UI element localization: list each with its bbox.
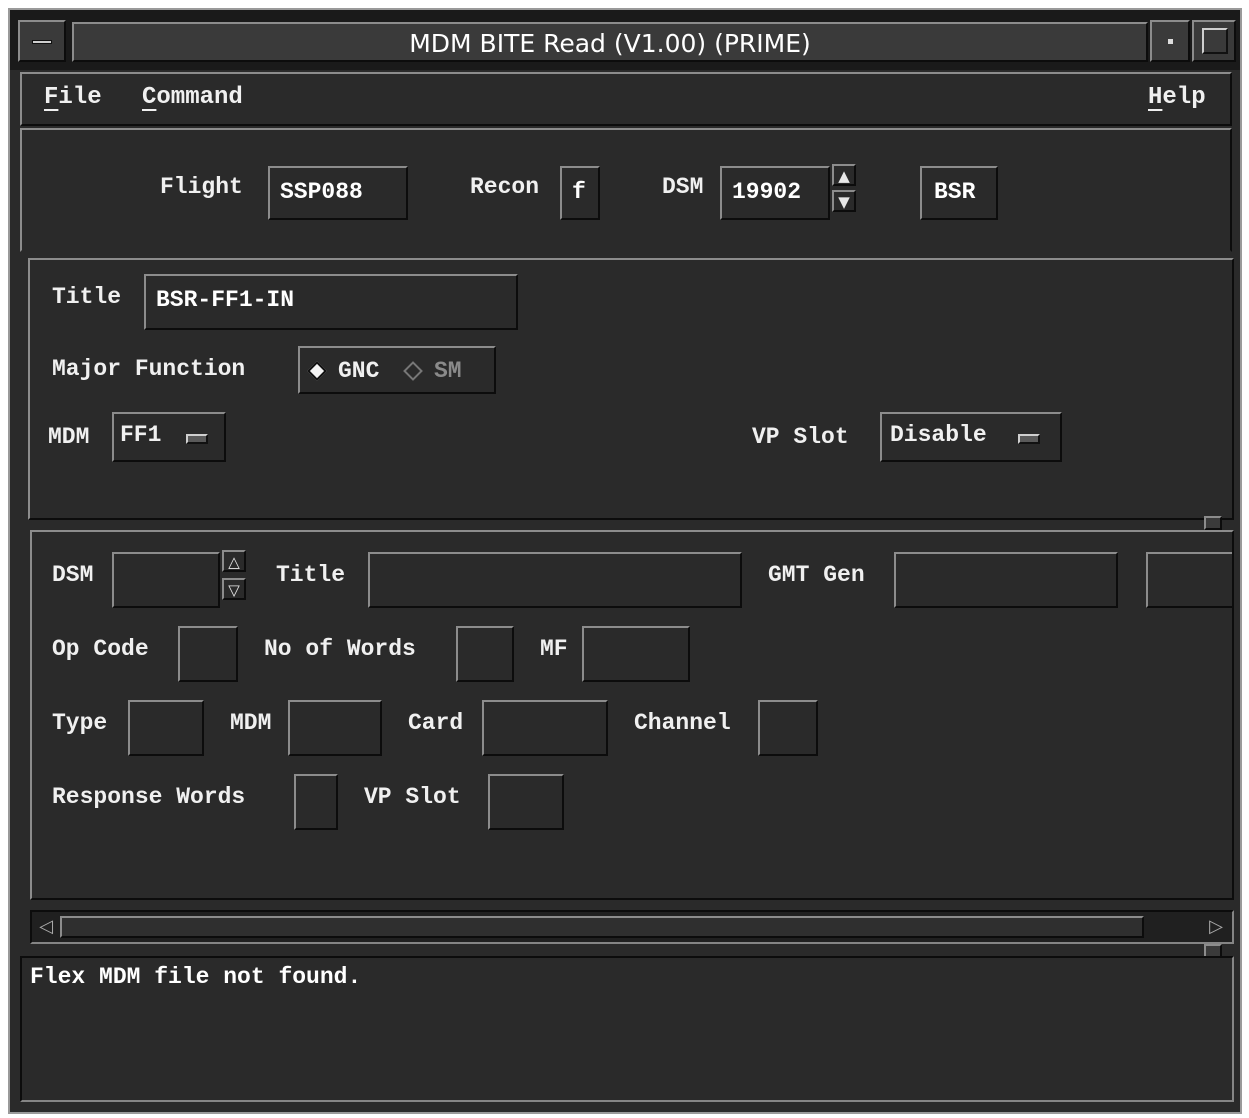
vp-slot-option-menu[interactable]: Disable	[880, 412, 1062, 462]
flight-field[interactable]: SSP088	[268, 166, 408, 220]
left-arrow-icon[interactable]: ◁	[34, 915, 58, 939]
up-arrow-icon[interactable]: △	[222, 550, 246, 572]
menu-command-mnemonic: C	[142, 84, 157, 111]
no-of-words-label: No of Words	[264, 636, 416, 662]
window-menu-icon	[32, 40, 52, 44]
bsr-button[interactable]: BSR	[920, 166, 998, 220]
window-title: MDM BITE Read (V1.00) (PRIME)	[72, 22, 1148, 62]
right-arrow-icon[interactable]: ▷	[1204, 915, 1228, 939]
menu-file[interactable]: File	[44, 84, 102, 111]
maximize-icon	[1202, 28, 1228, 54]
title-bar[interactable]: MDM BITE Read (V1.00) (PRIME)	[10, 10, 1240, 70]
minimize-button[interactable]	[1150, 20, 1190, 62]
mf-field[interactable]	[582, 626, 690, 682]
channel-label: Channel	[634, 710, 731, 736]
details-vp-slot-field[interactable]	[488, 774, 564, 830]
response-words-field[interactable]	[294, 774, 338, 830]
recon-label: Recon	[470, 174, 540, 200]
down-arrow-icon[interactable]: ▼	[832, 190, 856, 212]
window-menu-button[interactable]	[18, 20, 66, 62]
pane-sash[interactable]	[1204, 516, 1222, 530]
no-of-words-field[interactable]	[456, 626, 514, 682]
details-mdm-label: MDM	[230, 710, 272, 736]
gmt-gen-extra-field[interactable]	[1146, 552, 1232, 608]
mdm-option-menu[interactable]: FF1	[112, 412, 226, 462]
message-area[interactable]: Flex MDM file not found.	[20, 956, 1234, 1102]
details-title-label: Title	[276, 562, 346, 588]
title-label: Title	[52, 284, 122, 310]
mdm-label: MDM	[48, 424, 90, 450]
menu-command-label: ommand	[156, 84, 243, 111]
horizontal-scrollbar[interactable]: ◁ ▷	[30, 910, 1234, 944]
selection-panel: Title BSR-FF1-IN Major Function GNC SM M…	[28, 258, 1234, 520]
app-window: MDM BITE Read (V1.00) (PRIME) File Comma…	[8, 8, 1242, 1114]
gnc-label: GNC	[338, 358, 380, 384]
dsm-spinner: ▲ ▼	[832, 164, 862, 220]
menu-bar: File Command Help	[20, 72, 1232, 126]
gmt-gen-field[interactable]	[894, 552, 1118, 608]
menu-help-label: elp	[1162, 84, 1206, 111]
up-arrow-icon[interactable]: ▲	[832, 164, 856, 186]
response-words-label: Response Words	[52, 784, 246, 810]
title-field[interactable]: BSR-FF1-IN	[144, 274, 518, 330]
menu-command[interactable]: Command	[142, 84, 243, 111]
vp-slot-option-value: Disable	[890, 422, 987, 448]
header-panel: Flight SSP088 Recon f DSM 19902 ▲ ▼ BSR	[20, 128, 1232, 252]
sm-radio[interactable]: SM	[403, 358, 484, 386]
flight-label: Flight	[160, 174, 243, 200]
message-text: Flex MDM file not found.	[30, 964, 362, 990]
maximize-button[interactable]	[1192, 20, 1236, 62]
op-code-label: Op Code	[52, 636, 149, 662]
channel-field[interactable]	[758, 700, 818, 756]
dsm-label: DSM	[662, 174, 704, 200]
gmt-gen-label: GMT Gen	[768, 562, 865, 588]
scrollbar-thumb[interactable]	[60, 916, 1144, 938]
mf-label: MF	[540, 636, 568, 662]
details-title-field[interactable]	[368, 552, 742, 608]
radio-unselected-icon	[403, 361, 423, 381]
dsm-field[interactable]: 19902	[720, 166, 830, 220]
radio-selected-icon	[307, 361, 327, 381]
major-function-radio-group: GNC SM	[298, 346, 496, 394]
recon-field[interactable]: f	[560, 166, 600, 220]
type-field[interactable]	[128, 700, 204, 756]
mdm-option-value: FF1	[120, 422, 162, 448]
card-field[interactable]	[482, 700, 608, 756]
details-panel: DSM △ ▽ Title GMT Gen Op Code No of Word…	[30, 530, 1234, 900]
option-menu-indicator-icon	[186, 434, 208, 444]
card-label: Card	[408, 710, 464, 736]
details-dsm-field[interactable]	[112, 552, 220, 608]
vp-slot-label: VP Slot	[752, 424, 849, 450]
down-arrow-icon[interactable]: ▽	[222, 578, 246, 600]
menu-file-mnemonic: F	[44, 84, 59, 111]
type-label: Type	[52, 710, 108, 736]
details-dsm-spinner: △ ▽	[222, 550, 252, 606]
details-dsm-label: DSM	[52, 562, 94, 588]
op-code-field[interactable]	[178, 626, 238, 682]
details-vp-slot-label: VP Slot	[364, 784, 461, 810]
details-mdm-field[interactable]	[288, 700, 382, 756]
major-function-label: Major Function	[52, 356, 246, 382]
menu-file-label: ile	[58, 84, 102, 111]
menu-help-mnemonic: H	[1148, 84, 1163, 111]
option-menu-indicator-icon	[1018, 434, 1040, 444]
minimize-icon	[1168, 39, 1173, 44]
sm-label: SM	[434, 358, 462, 384]
menu-help[interactable]: Help	[1148, 84, 1206, 111]
